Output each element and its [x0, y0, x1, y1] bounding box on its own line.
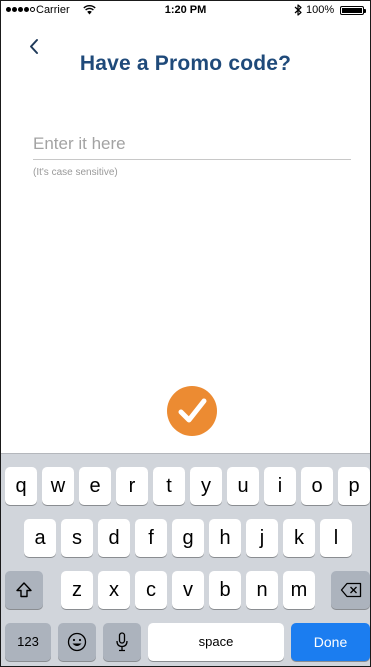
backspace-icon — [340, 582, 361, 598]
done-key[interactable]: Done — [291, 623, 370, 661]
key-n[interactable]: n — [246, 571, 278, 609]
battery-percent: 100% — [306, 4, 335, 16]
keyboard-row-3: z x c v b n m — [1, 571, 370, 609]
delete-key[interactable] — [331, 571, 370, 609]
shift-arrow-icon — [16, 582, 32, 598]
key-u[interactable]: u — [227, 467, 259, 505]
space-key[interactable]: space — [148, 623, 284, 661]
phone-screen: Carrier 1:20 PM 100% Have a Promo code? … — [0, 0, 371, 667]
key-b[interactable]: b — [209, 571, 241, 609]
key-q[interactable]: q — [5, 467, 37, 505]
key-p[interactable]: p — [338, 467, 370, 505]
battery-icon — [340, 6, 364, 15]
key-t[interactable]: t — [153, 467, 185, 505]
key-y[interactable]: y — [190, 467, 222, 505]
key-s[interactable]: s — [61, 519, 93, 557]
key-j[interactable]: j — [246, 519, 278, 557]
key-o[interactable]: o — [301, 467, 333, 505]
microphone-icon — [116, 632, 128, 652]
keyboard-row-1: q w e r t y u i o p — [1, 467, 370, 505]
key-g[interactable]: g — [172, 519, 204, 557]
key-k[interactable]: k — [283, 519, 315, 557]
key-a[interactable]: a — [24, 519, 56, 557]
checkmark-icon — [178, 398, 207, 423]
key-i[interactable]: i — [264, 467, 296, 505]
keyboard-row-2: a s d f g h j k l — [1, 519, 370, 557]
key-d[interactable]: d — [98, 519, 130, 557]
key-w[interactable]: w — [42, 467, 74, 505]
key-x[interactable]: x — [98, 571, 130, 609]
page-title: Have a Promo code? — [79, 52, 292, 75]
key-f[interactable]: f — [135, 519, 167, 557]
key-m[interactable]: m — [283, 571, 315, 609]
key-z[interactable]: z — [61, 571, 93, 609]
bluetooth-icon — [294, 4, 302, 16]
shift-key[interactable] — [5, 571, 43, 609]
key-v[interactable]: v — [172, 571, 204, 609]
numbers-key[interactable]: 123 — [5, 623, 51, 661]
key-h[interactable]: h — [209, 519, 241, 557]
keyboard: q w e r t y u i o p a s d f g h j k l z … — [1, 453, 370, 666]
key-r[interactable]: r — [116, 467, 148, 505]
key-l[interactable]: l — [320, 519, 352, 557]
helper-text: (It's case sensitive) — [33, 167, 118, 178]
promo-code-input[interactable] — [33, 131, 351, 160]
keyboard-row-4: 123 space Done — [1, 623, 370, 661]
emoji-icon — [67, 632, 87, 652]
status-bar: Carrier 1:20 PM 100% — [1, 1, 370, 21]
key-c[interactable]: c — [135, 571, 167, 609]
emoji-key[interactable] — [58, 623, 96, 661]
microphone-key[interactable] — [103, 623, 141, 661]
key-e[interactable]: e — [79, 467, 111, 505]
submit-button[interactable] — [167, 386, 217, 436]
